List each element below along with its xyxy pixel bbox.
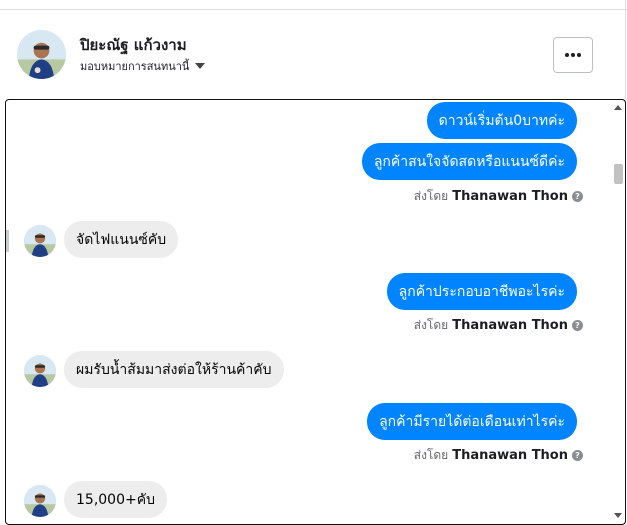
sender-name: Thanawan Thon	[452, 318, 568, 333]
sent-by-prefix: ส่งโดย	[413, 189, 449, 203]
message-text: ผมรับน้ำส้มมาส่งต่อให้ร้านค้าคับ	[76, 361, 272, 378]
assign-conversation-label: มอบหมายการสนทนานี้	[80, 60, 190, 73]
contact-avatar[interactable]	[24, 225, 56, 257]
avatar-photo-icon	[24, 225, 56, 257]
scroll-up-arrow-icon[interactable]	[614, 105, 622, 110]
left-edge-marker	[6, 230, 9, 252]
scroll-down-arrow-icon[interactable]	[614, 513, 622, 518]
avatar-photo-icon	[24, 355, 56, 387]
caret-down-icon	[195, 63, 206, 69]
message-text: ลูกค้ามีรายได้ต่อเดือนเท่าไรค่ะ	[379, 413, 565, 430]
message-text: ลูกค้าประกอบอาชีพอะไรค่ะ	[398, 283, 565, 300]
avatar-photo-icon	[17, 30, 66, 79]
message-bubble-outgoing[interactable]: ดาวน์เริ่มต้น0บาทค่ะ	[426, 102, 577, 139]
vertical-scrollbar[interactable]	[611, 100, 625, 524]
message-bubble-outgoing[interactable]: ลูกค้าสนใจจัดสดหรือแนนซ์ดีค่ะ	[361, 143, 577, 180]
more-dots-icon	[571, 53, 575, 57]
assign-conversation-dropdown[interactable]: มอบหมายการสนทนานี้	[80, 57, 206, 75]
more-options-button[interactable]	[553, 37, 593, 73]
message-text: ลูกค้าสนใจจัดสดหรือแนนซ์ดีค่ะ	[373, 153, 565, 170]
contact-avatar[interactable]	[24, 485, 56, 517]
question-info-icon[interactable]: ?	[572, 320, 583, 331]
question-info-icon[interactable]: ?	[572, 450, 583, 461]
conversation-header: ปิยะณัฐ แก้วงาม มอบหมายการสนทนานี้	[0, 10, 625, 100]
message-bubble-incoming[interactable]: 15,000+คับ	[64, 481, 167, 518]
scrollbar-thumb[interactable]	[614, 164, 623, 184]
sent-by-meta: ส่งโดย Thanawan Thon ?	[414, 446, 583, 465]
message-text: จัดไฟแนนซ์คับ	[76, 231, 167, 248]
avatar-photo-icon	[24, 485, 56, 517]
question-info-icon[interactable]: ?	[572, 191, 583, 202]
message-text: 15,000+คับ	[76, 491, 155, 508]
sent-by-prefix: ส่งโดย	[413, 318, 449, 332]
message-bubble-outgoing[interactable]: ลูกค้าประกอบอาชีพอะไรค่ะ	[386, 273, 577, 310]
more-dots-icon	[577, 53, 581, 57]
conversation-thread[interactable]: ดาวน์เริ่มต้น0บาทค่ะ ลูกค้าสนใจจัดสดหรือ…	[5, 99, 626, 525]
contact-avatar[interactable]	[24, 355, 56, 387]
contact-name: ปิยะณัฐ แก้วงาม	[80, 36, 187, 54]
sender-name: Thanawan Thon	[452, 448, 568, 463]
message-text: ดาวน์เริ่มต้น0บาทค่ะ	[438, 112, 565, 129]
message-bubble-incoming[interactable]: จัดไฟแนนซ์คับ	[64, 221, 179, 258]
message-bubble-outgoing[interactable]: ลูกค้ามีรายได้ต่อเดือนเท่าไรค่ะ	[367, 403, 577, 440]
profile-avatar[interactable]	[17, 30, 66, 79]
sender-name: Thanawan Thon	[452, 189, 568, 204]
more-dots-icon	[565, 53, 569, 57]
sent-by-prefix: ส่งโดย	[413, 448, 449, 462]
message-bubble-incoming[interactable]: ผมรับน้ำส้มมาส่งต่อให้ร้านค้าคับ	[64, 351, 284, 388]
sent-by-meta: ส่งโดย Thanawan Thon ?	[414, 316, 583, 335]
sent-by-meta: ส่งโดย Thanawan Thon ?	[414, 187, 583, 206]
